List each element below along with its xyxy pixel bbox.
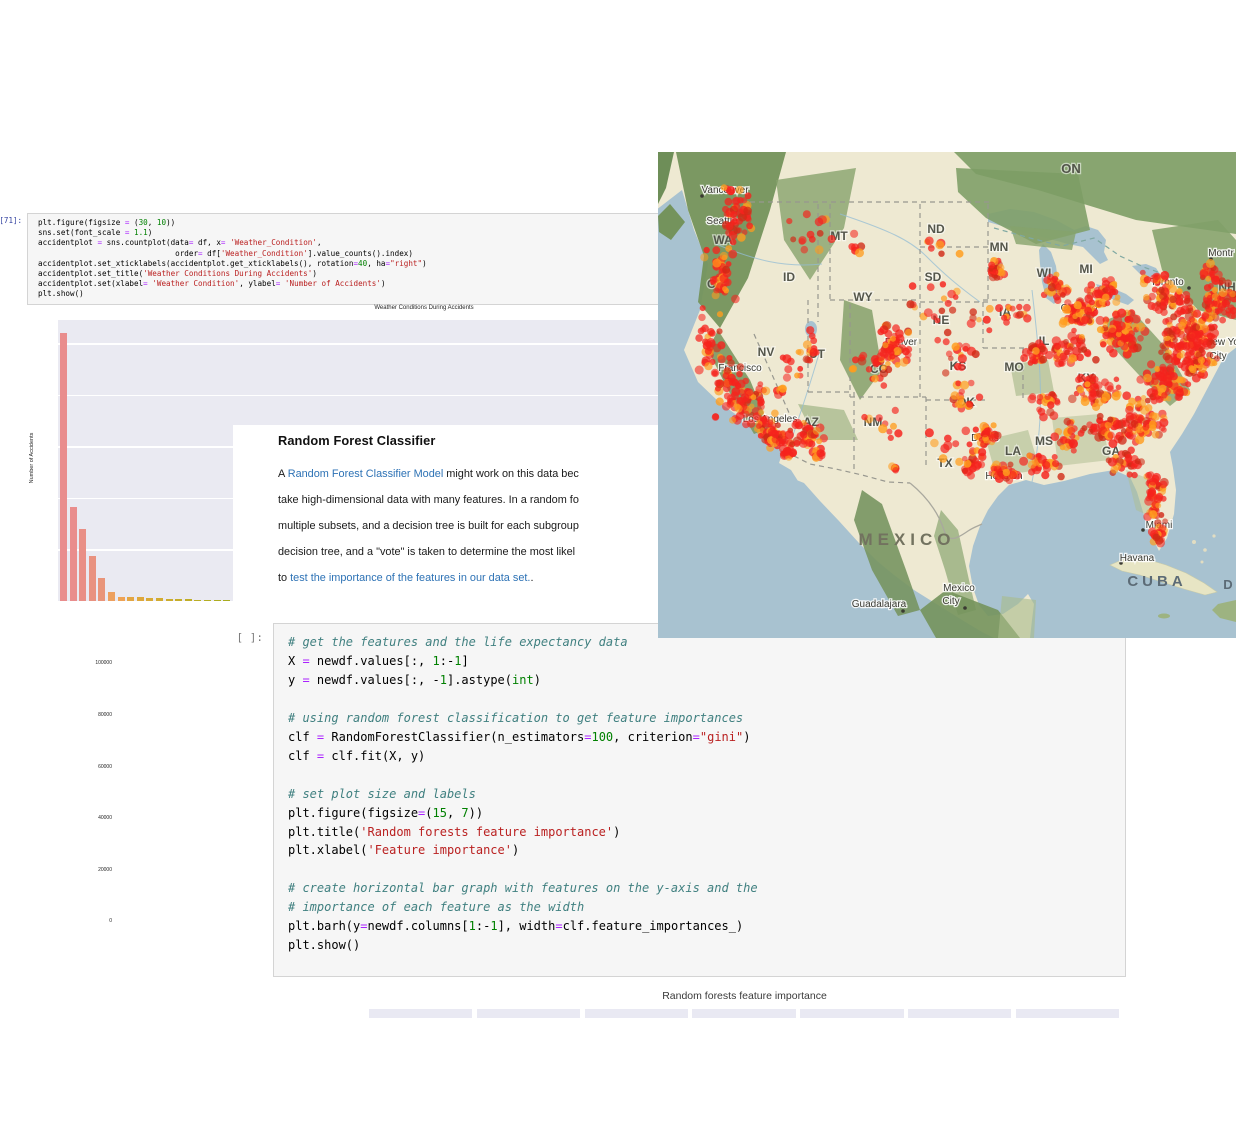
bar-partly-cloudy [89, 556, 96, 601]
country-label: MEXICO [858, 530, 955, 549]
state-label-mn: MN [990, 240, 1009, 254]
bar-light-drizzle [194, 600, 201, 602]
city-label: City [942, 596, 959, 607]
y-tick-label: 0 [72, 918, 112, 924]
code-cell-random-forest[interactable]: # get the features and the life expectan… [273, 623, 1126, 977]
state-label-la: LA [1005, 444, 1021, 458]
cell1-prompt: [71]: [0, 216, 22, 225]
y-tick-label: 40000 [72, 815, 112, 821]
bar-smoke [185, 599, 192, 601]
importance-chart-title: Random forests feature importance [369, 990, 1120, 1002]
state-label-mi: MI [1079, 262, 1092, 276]
state-label-sd: SD [925, 270, 942, 284]
bar-light-snow [118, 597, 125, 601]
bar-light-rain-windy [214, 600, 221, 601]
bar-light-rain [98, 578, 105, 601]
bar-fair-windy [146, 598, 153, 601]
country-label: CUBA [1127, 573, 1186, 590]
markdown-link[interactable]: test the importance of the features in o… [290, 572, 530, 584]
bar-mostly-cloudy-windy [156, 598, 163, 601]
state-label-mo: MO [1004, 360, 1023, 374]
state-label-nd: ND [927, 222, 945, 236]
bar-mostly-cloudy [79, 529, 86, 601]
bar-partly-cloudy-windy [204, 600, 211, 601]
bar-fog [108, 592, 115, 601]
weather-chart-ylabel: Number of Accidents [29, 418, 35, 498]
y-tick-label: 60000 [72, 764, 112, 770]
y-tick-label: 100000 [72, 660, 112, 666]
state-label-on: ON [1061, 161, 1081, 176]
jupyter-notebook-page: [71]: plt.figure(figsize = (30, 10))sns.… [0, 0, 1236, 1130]
city-label: Guadalajara [852, 599, 907, 610]
bar-thunder [223, 600, 230, 601]
city-label: Havana [1120, 553, 1155, 564]
markdown-link[interactable]: Random Forest Classifier Model [288, 468, 444, 480]
bar-cloudy [70, 507, 77, 601]
bar-heavy-rain [175, 599, 182, 601]
bar-haze [127, 597, 134, 601]
state-label-id: ID [783, 270, 795, 284]
map-canvas[interactable]: WAORIDMTNDSDWYNENVUTCOKSMOIAMNWIMIILKYOH… [658, 152, 1236, 638]
country-label: D [1223, 577, 1232, 592]
state-label-ms: MS [1035, 434, 1053, 448]
city-label: Montr [1208, 248, 1234, 259]
bar-cloudy-windy [166, 599, 173, 601]
state-label-wy: WY [853, 290, 872, 304]
code-editor-random-forest[interactable]: # get the features and the life expectan… [274, 624, 1125, 955]
y-tick-label: 80000 [72, 712, 112, 718]
state-label-nv: NV [758, 345, 775, 359]
bar-fair [60, 333, 67, 601]
accident-map[interactable]: WAORIDMTNDSDWYNENVUTCOKSMOIAMNWIMIILKYOH… [658, 152, 1236, 638]
city-label: Mexico [943, 583, 975, 594]
cell2-prompt: [ ]: [223, 631, 263, 644]
y-tick-label: 20000 [72, 867, 112, 873]
bar-rain [137, 597, 144, 601]
